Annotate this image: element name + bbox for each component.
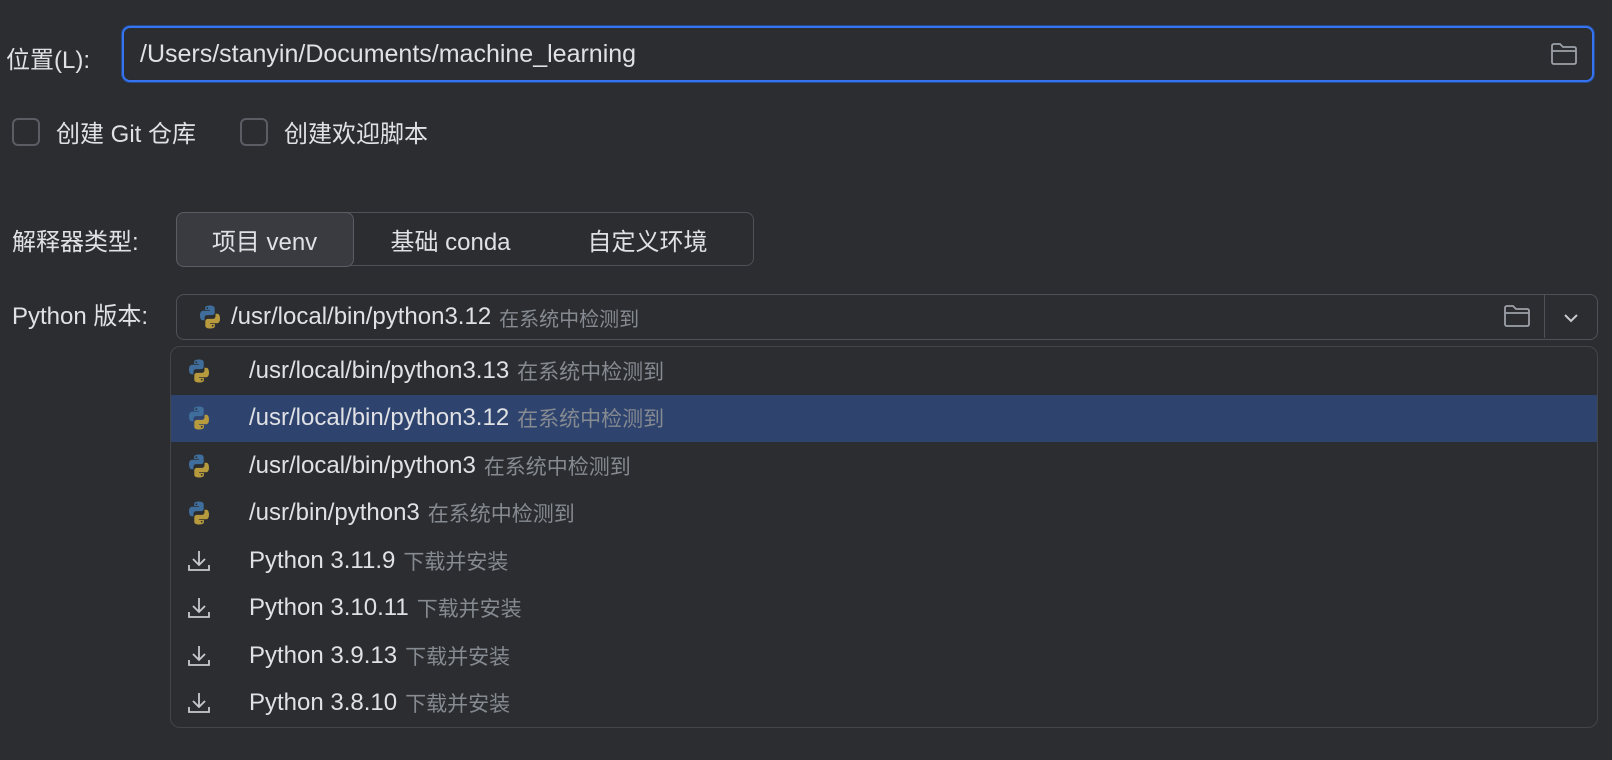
- python-icon: [185, 357, 213, 385]
- list-item-hint: 在系统中检测到: [427, 503, 575, 527]
- python-version-label: Python 版本:: [12, 303, 149, 330]
- location-label: 位置(L):: [6, 47, 90, 74]
- python-browse-icon[interactable]: [1503, 304, 1531, 335]
- folder-icon: [1504, 305, 1530, 327]
- python-icon: [197, 304, 223, 330]
- checkbox-box[interactable]: [240, 117, 268, 146]
- list-item-hint: 在系统中检测到: [483, 455, 631, 479]
- list-item-hint: 下载并安装: [403, 550, 509, 574]
- python-icon: [185, 452, 213, 480]
- folder-icon: [1551, 43, 1577, 65]
- location-value[interactable]: /Users/stanyin/Documents/machine_learnin…: [140, 40, 636, 69]
- chevron-down-icon[interactable]: [1561, 307, 1581, 335]
- list-item-label: Python 3.10.11: [249, 594, 409, 622]
- tab-custom-env[interactable]: 自定义环境: [548, 213, 748, 265]
- selected-python-hint: 在系统中检测到: [499, 308, 640, 331]
- checkbox-box[interactable]: [12, 117, 40, 146]
- create-welcome-script-checkbox[interactable]: 创建欢迎脚本: [240, 114, 428, 149]
- python-icon: [185, 499, 213, 527]
- list-item[interactable]: /usr/local/bin/python3.12 在系统中检测到: [171, 394, 1597, 442]
- python-version-combobox[interactable]: /usr/local/bin/python3.12 在系统中检测到: [176, 294, 1598, 340]
- list-item-hint: 在系统中检测到: [517, 408, 665, 432]
- download-icon: [185, 642, 213, 670]
- location-browse-icon[interactable]: [1550, 42, 1578, 73]
- list-item[interactable]: Python 3.8.10 下载并安装: [171, 680, 1597, 728]
- create-welcome-script-label: 创建欢迎脚本: [284, 121, 428, 148]
- list-item-hint: 下载并安装: [405, 645, 511, 669]
- list-item[interactable]: Python 3.9.13 下载并安装: [171, 632, 1597, 680]
- combo-divider: [1543, 295, 1545, 338]
- list-item[interactable]: /usr/local/bin/python3.13 在系统中检测到: [171, 347, 1597, 395]
- download-icon: [185, 689, 213, 717]
- list-item-label: /usr/local/bin/python3.12: [249, 404, 510, 432]
- download-icon: [185, 547, 213, 575]
- list-item[interactable]: Python 3.11.9 下载并安装: [171, 537, 1597, 585]
- list-item-label: /usr/local/bin/python3.13: [249, 356, 510, 384]
- list-item-label: /usr/bin/python3: [249, 499, 420, 527]
- list-item[interactable]: /usr/bin/python3 在系统中检测到: [171, 490, 1597, 538]
- list-item-hint: 下载并安装: [416, 598, 522, 622]
- list-item-label: Python 3.9.13: [249, 641, 398, 669]
- list-item-label: Python 3.8.10: [249, 689, 398, 717]
- list-item[interactable]: Python 3.10.11 下载并安装: [171, 585, 1597, 633]
- list-item-hint: 下载并安装: [405, 693, 511, 717]
- create-git-repo-label: 创建 Git 仓库: [56, 121, 197, 148]
- interpreter-type-label: 解释器类型:: [12, 229, 139, 256]
- location-input[interactable]: /Users/stanyin/Documents/machine_learnin…: [122, 26, 1594, 82]
- python-icon: [185, 404, 213, 432]
- list-item-label: Python 3.11.9: [249, 546, 396, 574]
- download-icon: [185, 594, 213, 622]
- selected-python-path: /usr/local/bin/python3.12: [231, 303, 492, 330]
- list-item[interactable]: /usr/local/bin/python3 在系统中检测到: [171, 442, 1597, 490]
- tab-project-venv[interactable]: 项目 venv: [175, 211, 354, 267]
- create-git-repo-checkbox[interactable]: 创建 Git 仓库: [12, 114, 196, 149]
- tab-base-conda[interactable]: 基础 conda: [354, 213, 548, 265]
- python-version-dropdown: /usr/local/bin/python3.13 在系统中检测到/usr/loc…: [170, 346, 1598, 728]
- list-item-hint: 在系统中检测到: [517, 360, 665, 384]
- list-item-label: /usr/local/bin/python3: [249, 451, 476, 479]
- interpreter-type-segmented: 项目 venv 基础 conda 自定义环境: [175, 211, 754, 267]
